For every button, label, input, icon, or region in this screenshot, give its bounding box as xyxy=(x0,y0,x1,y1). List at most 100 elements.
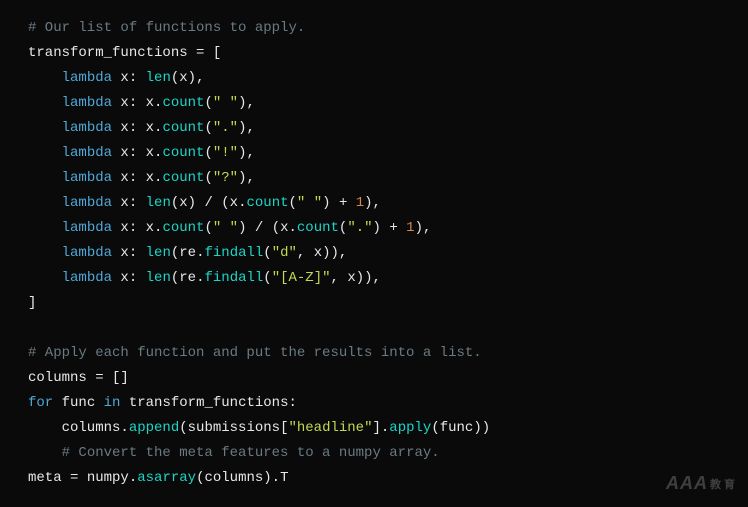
code-line: transform_functions = [ xyxy=(28,41,720,66)
code-token: findall xyxy=(204,270,263,286)
code-token xyxy=(28,95,62,111)
code-token: ( xyxy=(204,220,212,236)
code-token: : xyxy=(129,70,146,86)
code-token: "[A-Z]" xyxy=(272,270,331,286)
code-token: "headline" xyxy=(288,420,372,436)
code-token: ( xyxy=(204,170,212,186)
code-token: count xyxy=(162,95,204,111)
code-line: lambda x: x.count(" ") / (x.count(".") +… xyxy=(28,216,720,241)
code-token: x xyxy=(112,195,129,211)
watermark-main: AAA xyxy=(666,473,708,493)
code-token: (submissions[ xyxy=(179,420,288,436)
code-token: len xyxy=(146,270,171,286)
code-token: ), xyxy=(238,95,255,111)
code-token: transform_functions xyxy=(120,395,288,411)
code-line xyxy=(28,316,720,341)
code-token: ( xyxy=(204,145,212,161)
code-token: transform_functions xyxy=(28,45,188,61)
code-token xyxy=(28,145,62,161)
code-token: ( xyxy=(263,270,271,286)
code-token: ( xyxy=(289,195,297,211)
code-line: meta = numpy.asarray(columns).T xyxy=(28,466,720,491)
code-token: "?" xyxy=(213,170,238,186)
code-token: columns. xyxy=(28,420,129,436)
code-token: meta xyxy=(28,470,62,486)
code-line: # Convert the meta features to a numpy a… xyxy=(28,441,720,466)
code-token: # Convert the meta features to a numpy a… xyxy=(62,445,440,461)
code-token: len xyxy=(146,195,171,211)
code-token: ) / (x. xyxy=(238,220,297,236)
code-token xyxy=(28,170,62,186)
code-token: len xyxy=(146,245,171,261)
code-token: = xyxy=(87,370,112,386)
code-token: count xyxy=(297,220,339,236)
code-token: : xyxy=(129,195,146,211)
code-line: columns.append(submissions["headline"].a… xyxy=(28,416,720,441)
code-line: lambda x: x.count(" "), xyxy=(28,91,720,116)
code-line: for func in transform_functions: xyxy=(28,391,720,416)
code-token: = xyxy=(188,45,213,61)
code-token xyxy=(28,245,62,261)
code-token: asarray xyxy=(137,470,196,486)
code-token: ( xyxy=(204,120,212,136)
code-token: count xyxy=(162,120,204,136)
code-line: # Our list of functions to apply. xyxy=(28,16,720,41)
code-token: ) + xyxy=(373,220,407,236)
code-token: ), xyxy=(238,145,255,161)
code-token: "!" xyxy=(213,145,238,161)
code-token: lambda xyxy=(62,95,112,111)
code-token: ]. xyxy=(372,420,389,436)
code-token: x xyxy=(112,270,129,286)
code-token: func xyxy=(53,395,103,411)
code-token: lambda xyxy=(62,170,112,186)
code-line: lambda x: len(x), xyxy=(28,66,720,91)
code-token: # Apply each function and put the result… xyxy=(28,345,482,361)
code-token: (func)) xyxy=(431,420,490,436)
code-token: count xyxy=(162,220,204,236)
code-token: apply xyxy=(389,420,431,436)
code-token: ( xyxy=(263,245,271,261)
code-token: ] xyxy=(28,295,36,311)
code-token: lambda xyxy=(62,245,112,261)
code-token: ), xyxy=(364,195,381,211)
code-token: (re. xyxy=(171,245,205,261)
code-token: lambda xyxy=(62,145,112,161)
code-line: lambda x: x.count("!"), xyxy=(28,141,720,166)
code-line: lambda x: len(re.findall("d", x)), xyxy=(28,241,720,266)
code-token: x xyxy=(112,120,129,136)
code-token: 1 xyxy=(356,195,364,211)
code-token: x xyxy=(112,245,129,261)
code-token: , x)), xyxy=(297,245,347,261)
code-token: for xyxy=(28,395,53,411)
code-block: # Our list of functions to apply. transfo… xyxy=(0,0,748,507)
watermark: AAA教育 xyxy=(666,471,738,498)
code-token xyxy=(28,445,62,461)
code-token: : xyxy=(288,395,296,411)
code-token: " " xyxy=(213,220,238,236)
code-token: # Our list of functions to apply. xyxy=(28,20,305,36)
code-line: lambda x: len(x) / (x.count(" ") + 1), xyxy=(28,191,720,216)
code-line: lambda x: x.count("."), xyxy=(28,116,720,141)
code-token: (columns).T xyxy=(196,470,288,486)
code-token: x xyxy=(112,170,129,186)
code-token: ), xyxy=(238,170,255,186)
code-token xyxy=(28,120,62,136)
code-token: lambda xyxy=(62,220,112,236)
code-token: count xyxy=(162,145,204,161)
code-token: [] xyxy=(112,370,129,386)
code-token: 1 xyxy=(406,220,414,236)
code-token: len xyxy=(146,70,171,86)
code-token xyxy=(28,270,62,286)
code-token: numpy. xyxy=(87,470,137,486)
code-token: : xyxy=(129,245,146,261)
code-token: " " xyxy=(213,95,238,111)
code-token xyxy=(28,220,62,236)
code-token xyxy=(28,70,62,86)
code-token: : x. xyxy=(129,170,163,186)
code-token: in xyxy=(104,395,121,411)
code-token: lambda xyxy=(62,195,112,211)
code-token xyxy=(28,195,62,211)
code-token: "." xyxy=(347,220,372,236)
code-token: "." xyxy=(213,120,238,136)
code-token: , x)), xyxy=(331,270,381,286)
